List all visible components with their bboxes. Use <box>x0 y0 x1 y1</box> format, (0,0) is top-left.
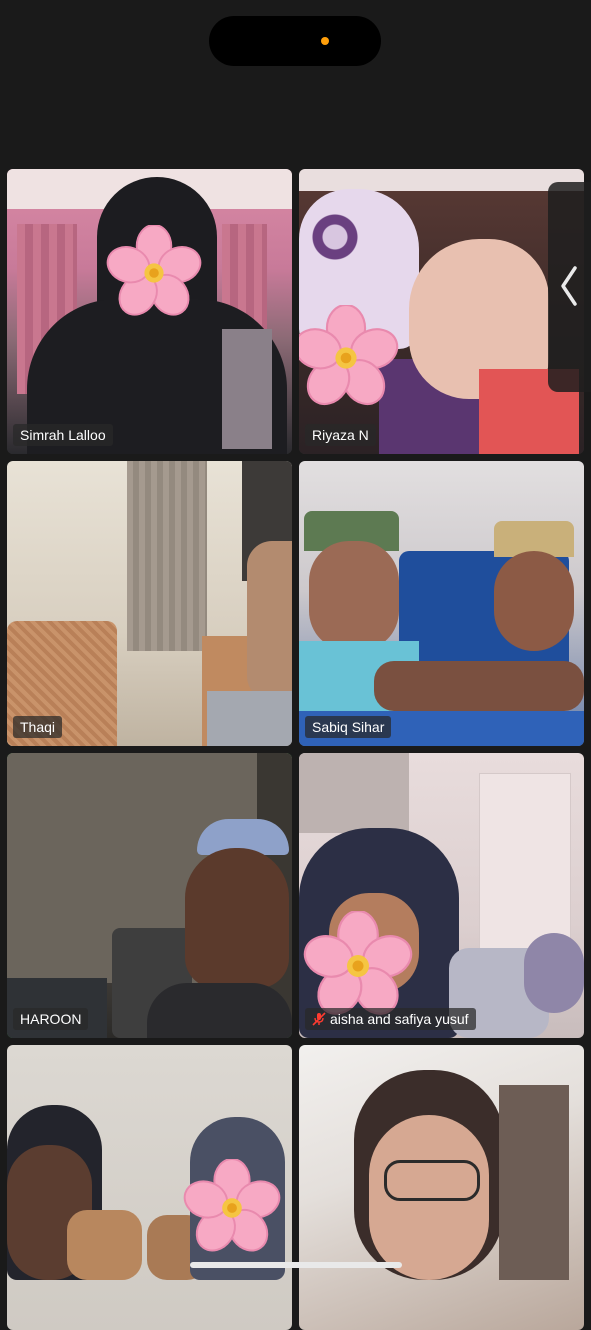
participant-name-tag: Simrah Lalloo <box>13 424 113 446</box>
side-panel-handle[interactable] <box>548 182 591 392</box>
participant-name-tag: Thaqi <box>13 716 63 738</box>
participant-name-tag: Riyaza N <box>305 424 376 446</box>
participant-tile-active[interactable]: HAROON <box>7 753 292 1038</box>
video-feed <box>299 1045 584 1330</box>
flower-emoji <box>303 911 413 1015</box>
flower-emoji <box>106 225 202 316</box>
flower-emoji <box>183 1159 281 1252</box>
mic-muted-icon <box>312 1012 326 1026</box>
participant-name-tag: Sabiq Sihar <box>305 716 392 738</box>
chevron-left-icon <box>561 266 577 306</box>
video-feed <box>299 461 584 746</box>
video-feed <box>7 753 292 1038</box>
home-indicator[interactable] <box>190 1262 402 1268</box>
dynamic-island <box>209 16 381 66</box>
video-feed <box>7 461 292 746</box>
recording-indicator <box>321 37 329 45</box>
participant-tile[interactable]: Riyaza N <box>299 169 584 454</box>
participant-name-tag: aisha and safiya yusuf <box>305 1008 476 1030</box>
participant-tile[interactable] <box>7 1045 292 1330</box>
participant-tile[interactable]: Sabiq Sihar <box>299 461 584 746</box>
participant-tile[interactable]: Simrah Lalloo <box>7 169 292 454</box>
participant-tile[interactable] <box>299 1045 584 1330</box>
participant-tile[interactable]: Thaqi <box>7 461 292 746</box>
participant-name-tag: HAROON <box>13 1008 89 1030</box>
flower-emoji <box>299 305 399 406</box>
participant-tile[interactable]: aisha and safiya yusuf <box>299 753 584 1038</box>
